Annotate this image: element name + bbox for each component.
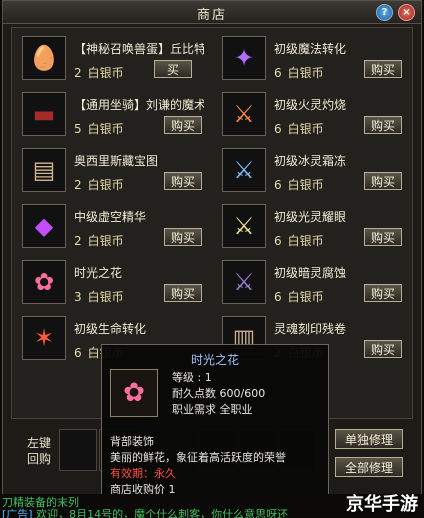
flower-icon: ✿ <box>22 260 66 304</box>
buy-button[interactable]: 购买 <box>364 228 402 246</box>
item-name: 时光之花 <box>74 266 123 280</box>
chat-tag: [广告] <box>2 508 33 518</box>
buy-button[interactable]: 购买 <box>364 340 402 358</box>
item-name: 【通用坐骑】刘谦的魔术 <box>74 98 204 112</box>
void-crystal-icon: ◆ <box>22 204 66 248</box>
shop-item[interactable]: ✦ 初级魔法转化 6 白银币 购买 <box>218 32 408 84</box>
item-name: 初级光灵耀眼 <box>274 210 347 224</box>
help-icon[interactable]: ? <box>376 4 393 21</box>
item-price: 6白银币 <box>274 234 324 248</box>
item-name: 奥西里斯藏宝图 <box>74 154 159 168</box>
fire-claw-icon: ⚔ <box>222 92 266 136</box>
item-price: 2白银币 <box>74 66 124 80</box>
shop-item[interactable]: ⚔ 初级冰灵霜冻 6 白银币 购买 <box>218 144 408 196</box>
magic-crystal-icon: ✦ <box>222 36 266 80</box>
light-claw-icon: ⚔ <box>222 204 266 248</box>
tooltip-slot: 背部装饰 <box>110 435 154 448</box>
tooltip-validity: 有效期：永久 <box>110 467 176 480</box>
buy-button[interactable]: 购买 <box>164 116 202 134</box>
item-name: 初级魔法转化 <box>274 42 347 56</box>
shop-item[interactable]: ▤ 奥西里斯藏宝图 2 白银币 购买 <box>18 144 208 196</box>
item-price: 6白银币 <box>274 290 324 304</box>
item-price: 6白银币 <box>274 122 324 136</box>
buy-button[interactable]: 购买 <box>164 228 202 246</box>
close-icon[interactable]: × <box>398 4 415 21</box>
item-name: 初级冰灵霜冻 <box>274 154 347 168</box>
egg-icon: 🥚 <box>22 36 66 80</box>
buy-button[interactable]: 购买 <box>364 284 402 302</box>
item-name: 初级火灵灼烧 <box>274 98 347 112</box>
flower-icon: ✿ <box>110 369 158 417</box>
shop-item[interactable]: ✿ 时光之花 3 白银币 购买 <box>18 256 208 308</box>
item-name: 初级暗灵腐蚀 <box>274 266 347 280</box>
dark-claw-icon: ⚔ <box>222 260 266 304</box>
item-price: 6白银币 <box>274 66 324 80</box>
shop-item[interactable]: ▬ 【通用坐骑】刘谦的魔术 5 白银币 购买 <box>18 88 208 140</box>
tooltip-durability: 耐久点数 600/600 <box>172 387 266 400</box>
buy-button[interactable]: 买 <box>154 60 192 78</box>
item-name: 初级生命转化 <box>74 322 147 336</box>
buyback-slot[interactable] <box>59 429 97 471</box>
item-price: 2白银币 <box>74 178 124 192</box>
shop-item[interactable]: ◆ 中级虚空精华 2 白银币 购买 <box>18 200 208 252</box>
watermark: 京华手游 <box>346 494 418 515</box>
tooltip-job: 职业需求 全职业 <box>172 403 253 416</box>
shop-item[interactable]: ⚔ 初级火灵灼烧 6 白银币 购买 <box>218 88 408 140</box>
buy-button[interactable]: 购买 <box>364 60 402 78</box>
item-price: 5 白银币 <box>74 122 124 136</box>
buyback-label: 左键回购 <box>27 436 52 466</box>
buy-button[interactable]: 购买 <box>364 116 402 134</box>
ice-claw-icon: ⚔ <box>222 148 266 192</box>
book-icon: ▬ <box>22 92 66 136</box>
item-name: 灵魂刻印残卷 <box>274 322 347 336</box>
life-star-icon: ✶ <box>22 316 66 360</box>
shop-item[interactable]: ⚔ 初级光灵耀眼 6 白银币 购买 <box>218 200 408 252</box>
tooltip-level: 等级 : 1 <box>172 371 212 384</box>
item-price: 3 白银币 <box>74 290 124 304</box>
item-name: 中级虚空精华 <box>74 210 147 224</box>
window-title: 商店 <box>196 8 227 23</box>
title-bar: 商店 ? × <box>3 1 421 24</box>
map-icon: ▤ <box>22 148 66 192</box>
item-price: 6白银币 <box>274 178 324 192</box>
tooltip-description: 美丽的鲜花，象征着高活跃度的荣誉 <box>110 451 286 464</box>
single-repair-button[interactable]: 单独修理 <box>335 429 403 449</box>
item-price: 2白银币 <box>74 234 124 248</box>
chat-line: [广告] 欢迎，8月14号的，魔个什么刺客，你什么意思呀还 <box>2 506 288 518</box>
shop-item[interactable]: ⚔ 初级暗灵腐蚀 6 白银币 购买 <box>218 256 408 308</box>
buy-button[interactable]: 购买 <box>164 284 202 302</box>
all-repair-button[interactable]: 全部修理 <box>335 457 403 477</box>
tooltip-title: 时光之花 <box>190 353 239 367</box>
buy-button[interactable]: 购买 <box>364 172 402 190</box>
buy-button[interactable]: 购买 <box>164 172 202 190</box>
item-name: 【神秘召唤兽蛋】丘比特 <box>74 42 204 56</box>
item-tooltip: 时光之花 ✿ 等级 : 1 耐久点数 600/600 职业需求 全职业 背部装饰… <box>101 344 329 504</box>
